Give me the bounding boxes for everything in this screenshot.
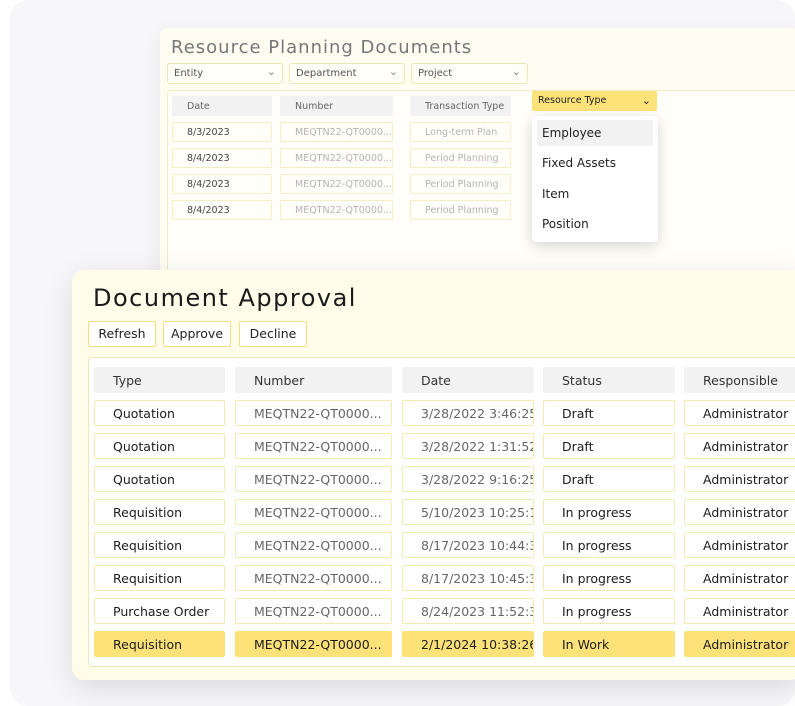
column-header-status[interactable]: Status [543,367,675,393]
table-cell[interactable]: MEQTN22-QT0000... [280,174,393,194]
table-cell[interactable]: 3/28/2022 9:16:25 [402,466,534,492]
column-header-number[interactable]: Number [280,96,393,116]
project-filter-label: Project [418,68,453,79]
selected-row-cell[interactable]: Administrator [684,631,795,657]
resource-type-select[interactable]: Resource Type ⌄ [532,91,657,111]
resource-type-menu: Employee Fixed Assets Item Position [532,116,658,242]
table-cell[interactable]: Administrator [684,565,795,591]
table-cell[interactable]: MEQTN22-QT0000... [235,499,392,525]
entity-filter[interactable]: Entity ⌄ [167,63,283,84]
menu-item-position[interactable]: Position [537,211,653,237]
selected-row-cell[interactable]: 2/1/2024 10:38:26 [402,631,534,657]
column-header-type[interactable]: Type [94,367,225,393]
document-approval-table: Type Number Date Status Responsible Quot… [88,357,795,667]
decline-button[interactable]: Decline [239,321,307,347]
table-cell[interactable]: Administrator [684,598,795,624]
table-cell[interactable]: MEQTN22-QT0000... [235,466,392,492]
table-cell[interactable]: Requisition [94,532,225,558]
table-cell[interactable]: Quotation [94,400,225,426]
department-filter[interactable]: Department ⌄ [289,63,405,84]
table-cell[interactable]: 8/3/2023 [172,122,272,142]
table-cell[interactable]: In progress [543,598,675,624]
menu-item-fixed-assets[interactable]: Fixed Assets [537,150,653,176]
table-cell[interactable]: Draft [543,466,675,492]
table-cell[interactable]: 8/17/2023 10:45:3 [402,565,534,591]
table-cell[interactable]: 8/4/2023 [172,148,272,168]
table-cell[interactable]: 3/28/2022 3:46:25 [402,400,534,426]
column-header-responsible[interactable]: Responsible [684,367,795,393]
chevron-down-icon: ⌄ [641,94,651,107]
table-cell[interactable]: MEQTN22-QT0000... [280,148,393,168]
table-cell[interactable]: In progress [543,565,675,591]
table-cell[interactable]: Long-term Plan [410,122,511,142]
document-approval-panel: Document Approval Refresh Approve Declin… [72,270,795,680]
selected-row-cell[interactable]: In Work [543,631,675,657]
table-cell[interactable]: Administrator [684,499,795,525]
table-cell[interactable]: Administrator [684,433,795,459]
resource-planning-panel: Resource Planning Documents Entity ⌄ Dep… [160,28,795,280]
table-cell[interactable]: Administrator [684,400,795,426]
column-header-number[interactable]: Number [235,367,392,393]
table-cell[interactable]: In progress [543,499,675,525]
table-cell[interactable]: Purchase Order [94,598,225,624]
resource-planning-title: Resource Planning Documents [171,37,473,58]
table-cell[interactable]: Period Planning [410,174,511,194]
column-header-transaction-type[interactable]: Transaction Type [410,96,511,116]
table-cell[interactable]: Draft [543,400,675,426]
table-cell[interactable]: Period Planning [410,148,511,168]
table-cell[interactable]: MEQTN22-QT0000... [235,565,392,591]
table-cell[interactable]: 8/4/2023 [172,200,272,220]
table-cell[interactable]: MEQTN22-QT0000... [235,400,392,426]
table-cell[interactable]: Administrator [684,466,795,492]
project-filter[interactable]: Project ⌄ [411,63,528,84]
table-cell[interactable]: Quotation [94,466,225,492]
table-cell[interactable]: MEQTN22-QT0000... [280,122,393,142]
table-cell[interactable]: Requisition [94,499,225,525]
chevron-down-icon: ⌄ [388,65,398,78]
table-cell[interactable]: MEQTN22-QT0000... [280,200,393,220]
menu-item-employee[interactable]: Employee [537,120,653,146]
table-cell[interactable]: MEQTN22-QT0000... [235,433,392,459]
table-cell[interactable]: Draft [543,433,675,459]
table-cell[interactable]: MEQTN22-QT0000... [235,532,392,558]
resource-planning-table: Date Number Transaction Type 8/3/2023 ME… [167,90,795,280]
column-header-date[interactable]: Date [402,367,534,393]
table-cell[interactable]: Quotation [94,433,225,459]
table-cell[interactable]: Period Planning [410,200,511,220]
selected-row-cell[interactable]: Requisition [94,631,225,657]
refresh-button[interactable]: Refresh [88,321,156,347]
table-cell[interactable]: In progress [543,532,675,558]
column-header-date[interactable]: Date [172,96,272,116]
table-cell[interactable]: 5/10/2023 10:25:12 [402,499,534,525]
table-cell[interactable]: 8/17/2023 10:44:32 [402,532,534,558]
resource-type-label: Resource Type [538,95,607,106]
selected-row-cell[interactable]: MEQTN22-QT0000... [235,631,392,657]
chevron-down-icon: ⌄ [511,65,521,78]
menu-item-item[interactable]: Item [537,181,653,207]
entity-filter-label: Entity [174,68,204,79]
chevron-down-icon: ⌄ [266,65,276,78]
table-cell[interactable]: 8/24/2023 11:52:36 [402,598,534,624]
table-cell[interactable]: 3/28/2022 1:31:52 [402,433,534,459]
table-cell[interactable]: MEQTN22-QT0000... [235,598,392,624]
table-cell[interactable]: 8/4/2023 [172,174,272,194]
document-approval-title: Document Approval [93,284,357,312]
department-filter-label: Department [296,68,357,79]
table-cell[interactable]: Administrator [684,532,795,558]
approve-button[interactable]: Approve [163,321,231,347]
table-cell[interactable]: Requisition [94,565,225,591]
